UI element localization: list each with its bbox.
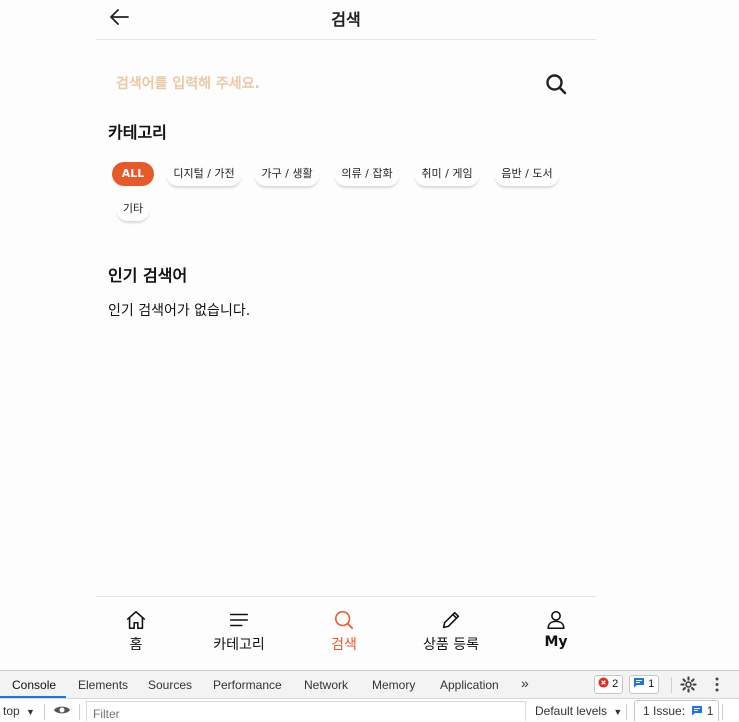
- nav-home-label: 홈: [129, 637, 143, 653]
- issues-button[interactable]: 1 Issue: 1: [634, 700, 720, 721]
- message-icon: [692, 706, 703, 716]
- nav-register-label: 상품 등록: [423, 637, 479, 653]
- devtools-tabbar: Console Elements Sources Performance Net…: [0, 671, 739, 699]
- nav-search-label: 검색: [331, 637, 357, 653]
- tab-performance[interactable]: Performance: [213, 678, 282, 692]
- tab-sources[interactable]: Sources: [148, 678, 192, 692]
- eye-icon: [54, 706, 70, 714]
- message-icon: [634, 678, 644, 688]
- issues-label: 1 Issue:: [643, 704, 686, 718]
- dropdown-arrow-icon: ▼: [26, 707, 35, 717]
- search-button[interactable]: [544, 72, 568, 96]
- context-select-value: top: [3, 704, 20, 718]
- context-select[interactable]: top ▼: [3, 704, 35, 718]
- divider: [626, 704, 627, 720]
- error-count: 2: [612, 678, 619, 690]
- chip-music[interactable]: 음반 / 도서: [494, 162, 560, 186]
- active-tab-indicator: [0, 696, 66, 698]
- tab-console[interactable]: Console: [12, 678, 56, 692]
- category-title: 카테고리: [108, 123, 167, 142]
- devtools-panel: Console Elements Sources Performance Net…: [0, 670, 739, 721]
- nav-register[interactable]: 상품 등록: [401, 609, 501, 659]
- error-icon: [598, 677, 609, 688]
- dropdown-arrow-icon: ▼: [613, 707, 623, 717]
- nav-home[interactable]: 홈: [86, 609, 186, 659]
- tab-application[interactable]: Application: [440, 678, 499, 692]
- chip-furniture[interactable]: 가구 / 생활: [254, 162, 320, 186]
- issues-count: 1: [706, 704, 714, 718]
- tab-memory[interactable]: Memory: [372, 678, 415, 692]
- nav-category-label: 카테고리: [213, 637, 265, 653]
- search-input[interactable]: [116, 68, 536, 100]
- bottom-nav: 홈 카테고리 검색 상품 등록 My: [96, 596, 596, 670]
- nav-my-label: My: [544, 634, 568, 650]
- divider: [722, 704, 723, 720]
- nav-category[interactable]: 카테고리: [189, 609, 289, 659]
- console-filter-bar: top ▼ Default levels ▼ 1 Issue: 1: [0, 700, 739, 721]
- log-levels-select[interactable]: Default levels ▼: [535, 704, 622, 718]
- menu-icon: [229, 613, 249, 627]
- home-icon: [126, 610, 146, 630]
- more-options-button[interactable]: [710, 676, 724, 698]
- search-icon: [334, 610, 354, 630]
- log-levels-value: Default levels: [535, 704, 608, 718]
- filter-input[interactable]: [86, 701, 526, 721]
- chip-all[interactable]: ALL: [112, 162, 154, 186]
- live-expression-button[interactable]: [53, 703, 71, 722]
- chip-etc[interactable]: 기타: [116, 197, 150, 221]
- chip-clothing[interactable]: 의류 / 잡화: [334, 162, 400, 186]
- chip-hobby[interactable]: 취미 / 게임: [414, 162, 480, 186]
- error-count-badge[interactable]: 2: [594, 675, 624, 694]
- search-icon: [546, 74, 567, 95]
- kebab-menu-icon: [715, 677, 719, 692]
- more-tabs-button[interactable]: »: [521, 675, 529, 691]
- page-title: 검색: [331, 10, 361, 29]
- nav-search[interactable]: 검색: [294, 609, 394, 659]
- message-count: 1: [648, 678, 655, 690]
- chip-digital[interactable]: 디지털 / 가전: [166, 162, 242, 186]
- search-bar: [116, 68, 576, 100]
- user-icon: [547, 610, 565, 630]
- divider: [79, 704, 80, 720]
- header: 검색: [96, 0, 596, 40]
- popular-title: 인기 검색어: [108, 266, 188, 285]
- tab-network[interactable]: Network: [304, 678, 348, 692]
- popular-empty-message: 인기 검색어가 없습니다.: [108, 303, 251, 319]
- gear-icon: [680, 676, 697, 693]
- message-count-badge[interactable]: 1: [629, 675, 660, 694]
- divider: [44, 704, 45, 720]
- tab-elements[interactable]: Elements: [78, 678, 128, 692]
- mobile-app: 검색 카테고리 ALL 디지털 / 가전 가구 / 생활 의류 / 잡화 취미 …: [96, 0, 596, 670]
- settings-button[interactable]: [680, 676, 697, 698]
- divider: [671, 677, 672, 693]
- pencil-icon: [442, 611, 460, 629]
- nav-my[interactable]: My: [506, 609, 606, 659]
